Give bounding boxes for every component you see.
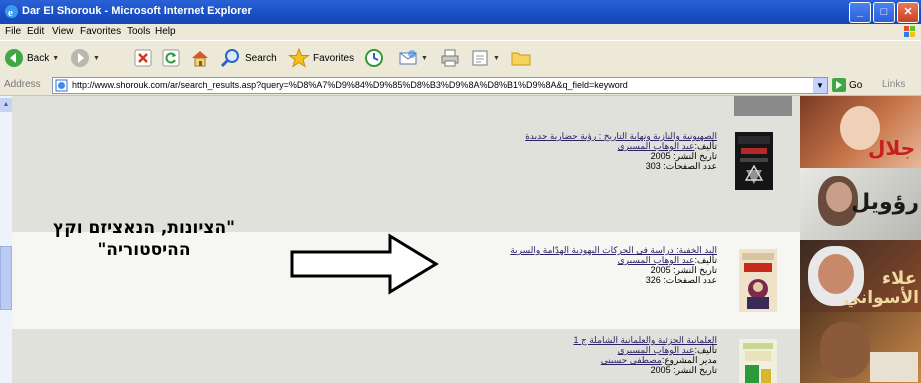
author-link: عبد الوهاب المسيري: [617, 345, 695, 355]
menu-file[interactable]: File: [5, 26, 21, 37]
forward-button[interactable]: ▼: [70, 47, 100, 69]
book-cover-secularism[interactable]: [739, 339, 777, 383]
book-title-link[interactable]: العلمانية الجزئية والعلمانية الشاملة ج 1: [574, 335, 718, 345]
discuss-folder-button[interactable]: [510, 47, 532, 69]
refresh-icon: [162, 49, 180, 67]
go-button[interactable]: Go: [832, 78, 862, 92]
favorites-button[interactable]: Favorites: [288, 47, 354, 69]
book-info: الصهيونية والنازية ونهاية التاريخ : رؤية…: [525, 131, 717, 171]
address-bar: Address http://www.shorouk.com/ar/search…: [0, 75, 921, 96]
mail-dropdown-icon[interactable]: ▼: [421, 55, 428, 62]
menu-favorites[interactable]: Favorites: [80, 26, 121, 37]
edit-dropdown-icon[interactable]: ▼: [493, 55, 500, 62]
author-link: عبد الوهاب المسيري: [617, 255, 695, 265]
page-icon: [55, 79, 68, 92]
publish-date: تاريخ النشر: 2005: [650, 151, 717, 161]
editor-prefix: مدير المشروع:: [661, 355, 717, 365]
window-title: Dar El Shorouk - Microsoft Internet Expl…: [22, 5, 252, 17]
author-banner[interactable]: جلال: [800, 96, 921, 168]
menu-bar: File Edit View Favorites Tools Help: [0, 24, 921, 40]
home-button[interactable]: [190, 47, 210, 69]
search-label: Search: [245, 52, 277, 64]
back-arrow-icon: [5, 49, 23, 67]
maximize-button[interactable]: □: [873, 2, 895, 23]
result-row: الصهيونية والنازية ونهاية التاريخ : رؤية…: [12, 96, 800, 232]
author-banner[interactable]: علاء الأسواني: [800, 240, 921, 312]
menu-tools[interactable]: Tools: [127, 26, 150, 37]
internet-explorer-icon: e: [5, 5, 18, 19]
book-cover-zionism[interactable]: [735, 132, 773, 190]
page-count: عدد الصفحات: 303: [645, 161, 717, 171]
search-icon: [220, 49, 239, 68]
author-banner[interactable]: رؤويل: [800, 168, 921, 240]
refresh-button[interactable]: [162, 47, 180, 69]
standard-toolbar: Back ▼ ▼ Search Favorites ▼ ▼: [0, 40, 921, 76]
book-info: اليد الخفية: دراسة في الحركات اليهودية ا…: [510, 245, 717, 285]
author-prefix: تأليف:: [694, 345, 717, 355]
edit-button[interactable]: ▼: [470, 47, 500, 69]
publish-date: تاريخ النشر: 2005: [650, 365, 717, 375]
book-cover-hidden-hand[interactable]: [739, 249, 777, 312]
annotation-line: "הציונות, הנאציזם וקץ: [52, 218, 236, 238]
menu-view[interactable]: View: [52, 26, 74, 37]
address-input[interactable]: http://www.shorouk.com/ar/search_results…: [52, 77, 828, 94]
favorites-star-icon: [288, 48, 310, 68]
scroll-up-icon[interactable]: ▲: [0, 98, 12, 112]
mail-icon: [399, 50, 417, 65]
close-button[interactable]: ✕: [897, 2, 919, 23]
home-icon: [192, 51, 208, 67]
result-row: العلمانية الجزئية والعلمانية الشاملة ج 1…: [12, 329, 800, 383]
address-label: Address: [4, 79, 41, 90]
book-title-link[interactable]: اليد الخفية: دراسة في الحركات اليهودية ا…: [510, 245, 717, 255]
printer-icon: [441, 49, 459, 67]
book-title-link[interactable]: الصهيونية والنازية ونهاية التاريخ : رؤية…: [525, 131, 717, 141]
previous-book-cover: [734, 96, 792, 116]
back-button[interactable]: Back ▼: [4, 47, 59, 69]
minimize-button[interactable]: _: [849, 2, 871, 23]
author-banner[interactable]: [800, 312, 921, 383]
address-url: http://www.shorouk.com/ar/search_results…: [72, 80, 628, 90]
stop-button[interactable]: [134, 47, 152, 69]
annotation-caption: "הציונות, הנאציזם וקץ ההיסטוריה": [0, 217, 288, 261]
favorites-label: Favorites: [313, 52, 355, 64]
svg-text:e: e: [8, 7, 13, 19]
author-prefix: تأليف:: [694, 141, 717, 151]
history-button[interactable]: [364, 47, 384, 69]
go-arrow-icon: [832, 78, 846, 92]
back-label: Back: [27, 52, 50, 64]
page-count: عدد الصفحات: 326: [645, 275, 717, 285]
folder-icon: [511, 52, 531, 66]
banner-text: علاء: [881, 268, 917, 289]
window-title-bar[interactable]: e Dar El Shorouk - Microsoft Internet Ex…: [0, 0, 921, 24]
annotation-arrow: [290, 233, 439, 295]
author-banner-column: جلال رؤويل علاء الأسواني: [800, 96, 921, 383]
edit-document-icon: [472, 50, 488, 66]
banner-text: الأسواني: [843, 288, 919, 308]
banner-text: رؤويل: [851, 190, 919, 215]
author-link: عبد الوهاب المسيري: [617, 141, 695, 151]
menu-edit[interactable]: Edit: [27, 26, 44, 37]
go-label: Go: [849, 79, 863, 91]
mail-button[interactable]: ▼: [398, 47, 428, 69]
print-button[interactable]: [440, 47, 460, 69]
search-button[interactable]: Search: [220, 47, 277, 69]
publish-date: تاريخ النشر: 2005: [650, 265, 717, 275]
forward-arrow-icon: [71, 49, 89, 67]
editor-link: مصطفى حسيني: [600, 355, 662, 365]
stop-icon: [134, 49, 152, 67]
address-dropdown-icon[interactable]: ▼: [813, 78, 827, 93]
annotation-line: ההיסטוריה": [97, 240, 191, 260]
menu-help[interactable]: Help: [155, 26, 176, 37]
banner-text: جلال: [868, 136, 915, 160]
book-info: العلمانية الجزئية والعلمانية الشاملة ج 1…: [574, 335, 718, 375]
back-dropdown-icon[interactable]: ▼: [52, 55, 59, 62]
windows-logo-icon: [904, 26, 915, 37]
forward-dropdown-icon[interactable]: ▼: [93, 55, 100, 62]
links-label[interactable]: Links: [882, 79, 905, 90]
author-prefix: تأليف:: [694, 255, 717, 265]
history-icon: [365, 49, 383, 67]
